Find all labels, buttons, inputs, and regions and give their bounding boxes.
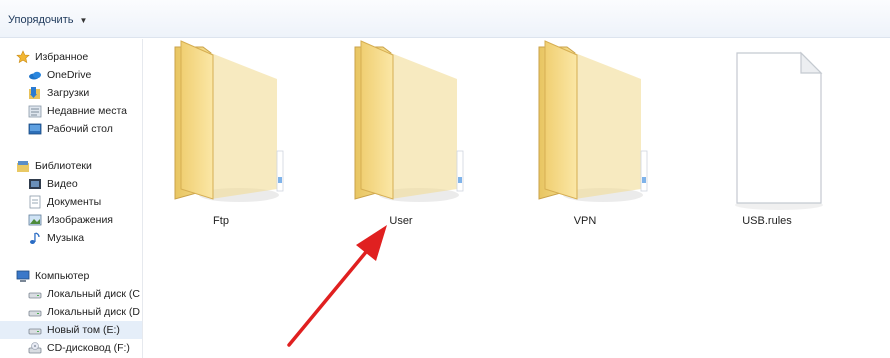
onedrive-icon <box>28 68 42 82</box>
documents-icon <box>28 195 42 209</box>
file-name: Ftp <box>213 215 229 227</box>
nav-item-label: Новый том (E:) <box>47 324 120 336</box>
nav-libraries-label: Библиотеки <box>35 160 92 172</box>
folder-icon <box>174 40 284 202</box>
nav-item-cd-drive[interactable]: CD-дисковод (F:) <box>28 339 142 357</box>
file-item-usb-rules[interactable]: USB.rules <box>697 39 837 239</box>
chevron-down-icon: ▼ <box>79 15 88 25</box>
recent-places-icon <box>28 104 42 118</box>
folder-icon <box>538 40 648 202</box>
nav-item-label: Загрузки <box>47 87 90 99</box>
file-name: VPN <box>573 215 597 227</box>
nav-item-label: CD-дисковод (F:) <box>47 342 130 354</box>
nav-libraries[interactable]: Библиотеки <box>16 157 142 175</box>
nav-item-desktop[interactable]: Рабочий стол <box>28 120 142 138</box>
nav-item-video[interactable]: Видео <box>28 175 142 193</box>
desktop-icon <box>28 122 42 136</box>
nav-item-label: OneDrive <box>47 69 92 81</box>
command-bar: Упорядочить ▼ <box>0 0 890 38</box>
nav-computer[interactable]: Компьютер <box>16 267 142 285</box>
nav-item-onedrive[interactable]: OneDrive <box>28 66 142 84</box>
nav-item-label: Изображения <box>47 214 113 226</box>
file-name: User <box>389 215 413 227</box>
drive-icon <box>28 323 42 337</box>
nav-item-label: Локальный диск (C <box>47 288 140 300</box>
file-name: USB.rules <box>742 215 792 227</box>
nav-item-downloads[interactable]: Загрузки <box>28 84 142 102</box>
star-icon <box>16 50 30 64</box>
cd-drive-icon <box>28 341 42 355</box>
nav-item-recent-places[interactable]: Недавние места <box>28 102 142 120</box>
folder-item-user[interactable]: User <box>331 39 471 239</box>
file-view: Ftp User VPN USB.rules <box>143 39 890 358</box>
nav-item-drive-e[interactable]: Новый том (E:) <box>0 321 142 339</box>
nav-favorites[interactable]: Избранное <box>16 48 142 66</box>
nav-item-label: Музыка <box>47 232 85 244</box>
nav-item-label: Локальный диск (D <box>47 306 140 318</box>
drive-icon <box>28 287 42 301</box>
nav-item-drive-c[interactable]: Локальный диск (C <box>28 285 142 303</box>
folder-icon <box>354 40 464 202</box>
pictures-icon <box>28 213 42 227</box>
drive-icon <box>28 305 42 319</box>
nav-item-label: Видео <box>47 178 78 190</box>
nav-item-label: Недавние места <box>47 105 127 117</box>
nav-item-music[interactable]: Музыка <box>28 229 142 247</box>
folder-item-vpn[interactable]: VPN <box>515 39 655 239</box>
nav-favorites-label: Избранное <box>35 51 89 63</box>
music-icon <box>28 231 42 245</box>
nav-item-label: Рабочий стол <box>47 123 113 135</box>
nav-item-documents[interactable]: Документы <box>28 193 142 211</box>
nav-item-pictures[interactable]: Изображения <box>28 211 142 229</box>
navigation-pane: Избранное OneDrive Загрузки Недавние мес… <box>0 39 143 358</box>
computer-icon <box>16 269 30 283</box>
nav-computer-label: Компьютер <box>35 270 90 282</box>
nav-item-drive-d[interactable]: Локальный диск (D <box>28 303 142 321</box>
video-icon <box>28 177 42 191</box>
folder-item-ftp[interactable]: Ftp <box>151 39 291 239</box>
file-icon <box>735 51 823 210</box>
nav-item-label: Документы <box>47 196 102 208</box>
downloads-icon <box>28 86 42 100</box>
organize-button[interactable]: Упорядочить ▼ <box>8 12 87 28</box>
libraries-icon <box>16 159 30 173</box>
organize-label: Упорядочить <box>8 14 74 26</box>
